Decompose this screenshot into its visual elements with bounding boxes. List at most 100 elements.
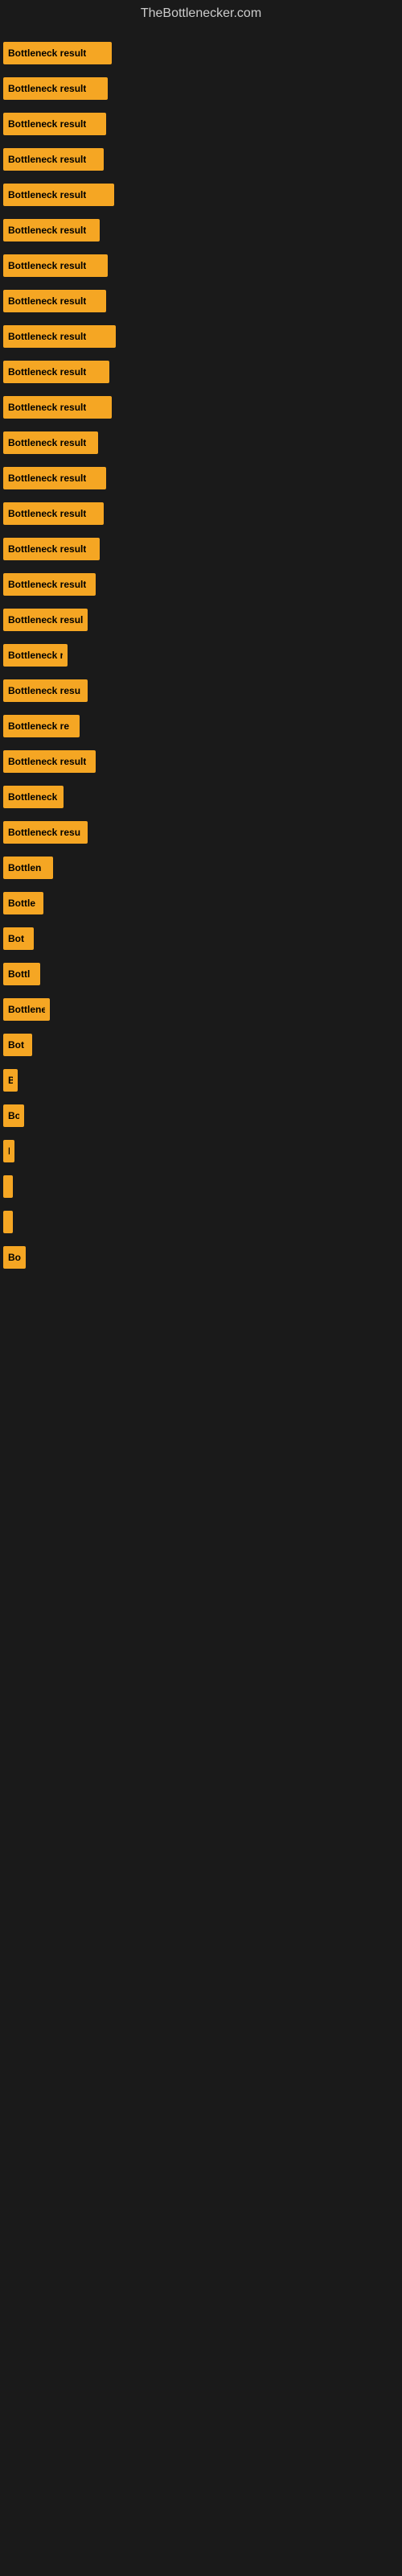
bottleneck-bar: Bottleneck result bbox=[3, 361, 109, 383]
bottleneck-bar: Bottl bbox=[3, 963, 40, 985]
bar-label: Bottleneck result bbox=[8, 756, 86, 767]
bar-label: Bottleneck re bbox=[8, 720, 69, 732]
bottleneck-bar: Bottleneck result bbox=[3, 396, 112, 419]
bar-label: Bottleneck bbox=[8, 791, 57, 803]
bar-row: Bot bbox=[0, 921, 402, 956]
bar-label: Bottleneck result bbox=[8, 543, 86, 555]
bar-label: Bo bbox=[8, 1252, 21, 1263]
bar-row: Bottlen bbox=[0, 850, 402, 886]
bar-label: Bottleneck result bbox=[8, 579, 86, 590]
bottleneck-bar: Bottleneck result bbox=[3, 644, 68, 667]
bottleneck-bar: Bottlene bbox=[3, 998, 50, 1021]
bottleneck-bar: Bottlen bbox=[3, 857, 53, 879]
bottleneck-bar: Bottleneck result bbox=[3, 538, 100, 560]
bottleneck-bar: Bottleneck resu bbox=[3, 821, 88, 844]
bar-row: Bottleneck result bbox=[0, 142, 402, 177]
bottleneck-bar: Bottleneck result bbox=[3, 290, 106, 312]
bottleneck-bar: Bottleneck result bbox=[3, 431, 98, 454]
bar-row: Bottleneck result bbox=[0, 638, 402, 673]
bar-row: Bottleneck result bbox=[0, 602, 402, 638]
bar-label: Bottleneck result bbox=[8, 83, 86, 94]
bar-row: B bbox=[0, 1133, 402, 1169]
bottleneck-bar: Bottleneck result bbox=[3, 609, 88, 631]
bottleneck-bar: Bot bbox=[3, 927, 34, 950]
bottleneck-bar: Bottleneck result bbox=[3, 467, 106, 489]
bar-label: Bottleneck result bbox=[8, 650, 63, 661]
bar-label: B bbox=[8, 1075, 13, 1086]
bar-row: Bottleneck result bbox=[0, 35, 402, 71]
bottleneck-bar: Bottleneck result bbox=[3, 502, 104, 525]
bottleneck-bar: Bottleneck result bbox=[3, 113, 106, 135]
bar-label: Bottleneck result bbox=[8, 614, 83, 625]
bar-row: Bottleneck result bbox=[0, 71, 402, 106]
bar-label: Bottleneck result bbox=[8, 47, 86, 59]
bar-label: Bo bbox=[8, 1110, 19, 1121]
bottleneck-bar: Bottleneck result bbox=[3, 184, 114, 206]
bar-label: Bottl bbox=[8, 968, 30, 980]
bar-label: Bottleneck result bbox=[8, 189, 86, 200]
bottleneck-bar bbox=[3, 1211, 13, 1233]
bar-label: Bot bbox=[8, 933, 24, 944]
bottleneck-bar bbox=[3, 1175, 13, 1198]
bar-label: Bottleneck result bbox=[8, 473, 86, 484]
bottleneck-bar: Bottleneck resu bbox=[3, 679, 88, 702]
bar-row: Bottleneck result bbox=[0, 283, 402, 319]
bar-row: Bottleneck result bbox=[0, 496, 402, 531]
bottleneck-bar: B bbox=[3, 1140, 14, 1162]
bar-label: Bottleneck result bbox=[8, 118, 86, 130]
bar-label: Bottleneck result bbox=[8, 402, 86, 413]
bar-row: Bottleneck result bbox=[0, 531, 402, 567]
bar-row: Bottle bbox=[0, 886, 402, 921]
bottleneck-bar: Bottleneck result bbox=[3, 77, 108, 100]
bar-label: Bottleneck result bbox=[8, 260, 86, 271]
bottleneck-bar: Bottleneck result bbox=[3, 148, 104, 171]
bar-label: Bottleneck result bbox=[8, 225, 86, 236]
bottleneck-bar: Bottleneck result bbox=[3, 219, 100, 242]
site-title: TheBottlenecker.com bbox=[0, 0, 402, 27]
bottleneck-bar: Bottleneck result bbox=[3, 573, 96, 596]
bar-label: B bbox=[8, 1146, 10, 1157]
bar-row: Bottleneck result bbox=[0, 460, 402, 496]
bar-label: Bottleneck result bbox=[8, 295, 86, 307]
bottleneck-bar: Bottleneck result bbox=[3, 42, 112, 64]
bottleneck-bar: Bottleneck re bbox=[3, 715, 80, 737]
bottleneck-bar: Bot bbox=[3, 1034, 32, 1056]
bar-row: Bottleneck re bbox=[0, 708, 402, 744]
bar-row: Bottleneck resu bbox=[0, 673, 402, 708]
bar-row: B bbox=[0, 1063, 402, 1098]
bar-row: Bottleneck result bbox=[0, 213, 402, 248]
bar-row: Bot bbox=[0, 1027, 402, 1063]
bar-label: Bottleneck result bbox=[8, 437, 86, 448]
bar-label: Bottleneck resu bbox=[8, 827, 80, 838]
bar-row: Bottleneck result bbox=[0, 177, 402, 213]
bottleneck-bar: Bottleneck result bbox=[3, 325, 116, 348]
bar-label: Bottlene bbox=[8, 1004, 45, 1015]
bar-row: Bottleneck result bbox=[0, 425, 402, 460]
bar-label: Bottleneck result bbox=[8, 331, 86, 342]
bar-row: Bottleneck result bbox=[0, 106, 402, 142]
bar-label: Bottlen bbox=[8, 862, 41, 873]
bar-row: Bottleneck resu bbox=[0, 815, 402, 850]
bar-row bbox=[0, 1204, 402, 1240]
bar-label: Bottleneck result bbox=[8, 508, 86, 519]
bar-row: Bo bbox=[0, 1240, 402, 1275]
bottleneck-bar: Bottle bbox=[3, 892, 43, 914]
bar-label: Bottleneck resu bbox=[8, 685, 80, 696]
bars-container: Bottleneck result Bottleneck result Bottle… bbox=[0, 27, 402, 1283]
bottleneck-bar: B bbox=[3, 1069, 18, 1092]
bar-row: Bottlene bbox=[0, 992, 402, 1027]
bar-row: Bottleneck result bbox=[0, 390, 402, 425]
bar-row bbox=[0, 1169, 402, 1204]
bottleneck-bar: Bottleneck result bbox=[3, 254, 108, 277]
bar-row: Bottleneck result bbox=[0, 567, 402, 602]
bottleneck-bar: Bottleneck result bbox=[3, 750, 96, 773]
bar-row: Bottleneck result bbox=[0, 354, 402, 390]
bar-row: Bo bbox=[0, 1098, 402, 1133]
bar-label: Bottle bbox=[8, 898, 35, 909]
bar-row: Bottleneck result bbox=[0, 319, 402, 354]
bottleneck-bar: Bo bbox=[3, 1246, 26, 1269]
bar-row: Bottleneck result bbox=[0, 744, 402, 779]
bottleneck-bar: Bo bbox=[3, 1104, 24, 1127]
bar-row: Bottleneck result bbox=[0, 248, 402, 283]
bar-label: Bottleneck result bbox=[8, 154, 86, 165]
